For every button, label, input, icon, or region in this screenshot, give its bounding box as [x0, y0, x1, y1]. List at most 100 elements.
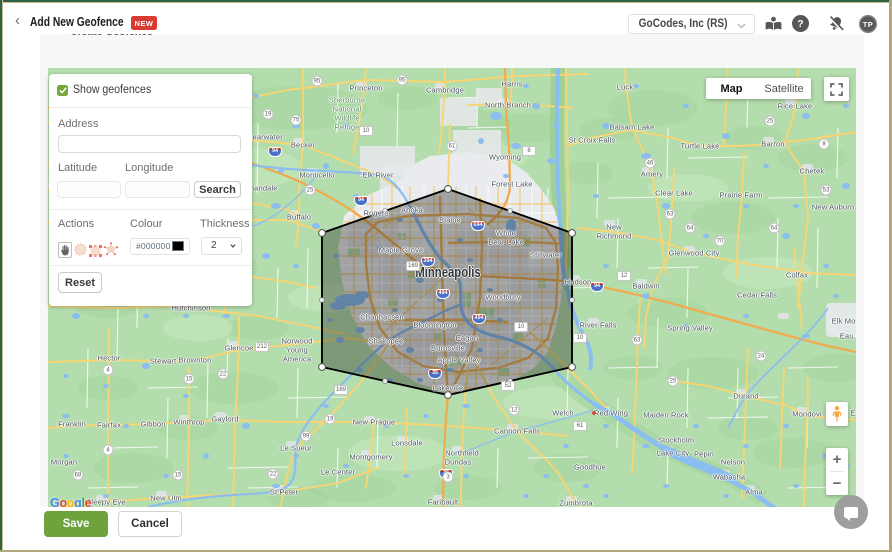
- zoom-out-button[interactable]: −: [826, 472, 848, 495]
- show-geofences-checkbox[interactable]: [57, 85, 68, 96]
- latitude-input[interactable]: [57, 181, 121, 198]
- company-selector[interactable]: GoCodes, Inc (RS): [628, 14, 755, 34]
- draw-circle-tool[interactable]: [74, 243, 87, 261]
- chevron-down-icon: [230, 244, 236, 248]
- map-label: Baldwin: [632, 282, 659, 291]
- map-label: White: [496, 229, 516, 238]
- frame-border: [2, 0, 3, 552]
- thickness-select[interactable]: 2: [201, 237, 242, 255]
- map-label: Glencoe: [225, 344, 254, 353]
- road-shield: 19: [325, 414, 336, 425]
- map-label: Norwood: [281, 337, 312, 346]
- map-label: Cedar Falls: [737, 291, 777, 300]
- map-label: Clear Lake: [655, 189, 693, 198]
- map-label: America: [283, 355, 312, 364]
- company-name: GoCodes, Inc (RS): [629, 18, 728, 30]
- chat-bubble-icon: [844, 507, 858, 518]
- draw-rectangle-tool[interactable]: [89, 244, 102, 262]
- map-label: Zumbrota: [559, 499, 592, 508]
- map-label: Woodbury: [485, 293, 520, 302]
- address-input[interactable]: [58, 135, 241, 153]
- road-shield: 10: [359, 126, 373, 136]
- cancel-button[interactable]: Cancel: [118, 511, 182, 537]
- map-label: New Ulm: [150, 494, 181, 503]
- road-shield: 494: [436, 289, 450, 299]
- map-label: Young: [286, 346, 308, 355]
- map-label: Eau Claire: [840, 332, 856, 341]
- map-label: Northfield: [445, 449, 479, 458]
- help-icon[interactable]: ?: [792, 15, 809, 32]
- actions-label: Actions: [58, 218, 94, 230]
- map-label: Blaine: [439, 216, 461, 225]
- satellite-button[interactable]: Satellite: [757, 78, 811, 99]
- map-label: Maple Grove: [379, 246, 424, 255]
- thickness-label: Thickness: [200, 218, 250, 230]
- page-title: Add New Geofence: [30, 14, 124, 29]
- draw-polygon-tool[interactable]: [104, 242, 118, 261]
- road-shield: 63: [665, 209, 676, 220]
- avatar[interactable]: TP: [859, 15, 877, 33]
- map-label: Stewart: [150, 357, 176, 366]
- road-shield: 8: [819, 139, 830, 150]
- pegman-button[interactable]: [826, 402, 848, 426]
- map-label: Morgan: [51, 458, 77, 467]
- search-button[interactable]: Search: [194, 181, 241, 198]
- road-shield: 694: [471, 221, 485, 231]
- zoom-control: + −: [826, 448, 848, 495]
- map-label: Welch: [552, 409, 573, 418]
- map-label: Buffalo: [287, 213, 311, 222]
- road-shield: 494: [472, 314, 486, 324]
- star-shape-icon: [104, 242, 118, 256]
- longitude-input[interactable]: [125, 181, 190, 198]
- pegman-icon: [832, 404, 842, 424]
- latitude-label: Latitude: [58, 162, 97, 174]
- map-label: Faribault: [428, 498, 459, 507]
- map-label: Fairfax: [97, 421, 121, 430]
- pan-tool-button[interactable]: [58, 242, 72, 258]
- map-label: Wildlife: [334, 114, 359, 123]
- map-label: Winthrop: [173, 418, 204, 427]
- road-shield: 61: [447, 141, 458, 152]
- back-chevron-icon[interactable]: ‹: [15, 13, 20, 28]
- save-button[interactable]: Save: [44, 511, 108, 537]
- road-shield: 25: [765, 116, 776, 127]
- training-icon[interactable]: [762, 13, 784, 35]
- map-label: Cambridge: [426, 86, 464, 95]
- map-label: Chanhassen: [360, 313, 404, 322]
- road-shield: 94: [354, 196, 368, 206]
- map-label: Princeton: [349, 84, 382, 93]
- map-label: Durand: [733, 392, 759, 401]
- map-label: Turtle Lake: [681, 142, 720, 151]
- road-shield: 46: [645, 158, 656, 169]
- map-label: Gibbon: [140, 420, 165, 429]
- map-button[interactable]: Map: [706, 78, 757, 99]
- map-label: Eagan: [456, 334, 478, 343]
- new-badge: NEW: [131, 16, 157, 30]
- road-shield: 64: [769, 223, 780, 234]
- map-label: Montgomery: [349, 453, 392, 462]
- map-label: Wyoming: [489, 153, 521, 162]
- colour-input[interactable]: #000000: [130, 238, 190, 255]
- fullscreen-button[interactable]: [824, 77, 849, 101]
- notifications-muted-icon[interactable]: [825, 13, 847, 35]
- map-label: Bear Lake: [488, 238, 524, 247]
- circle-shape-icon: [74, 243, 87, 256]
- chat-widget-button[interactable]: [834, 495, 868, 529]
- map-label: Forest Lake: [491, 180, 532, 189]
- map-label: Monticello: [299, 171, 334, 180]
- map-label: River Falls: [579, 321, 616, 330]
- zoom-in-button[interactable]: +: [826, 448, 848, 471]
- show-geofences-label: Show geofences: [73, 84, 151, 96]
- road-shield: 64: [685, 223, 696, 234]
- reset-button[interactable]: Reset: [58, 272, 102, 293]
- road-shield: 24: [756, 351, 767, 362]
- map-label: North Branch: [485, 101, 531, 110]
- map-label: Maiden Rock: [643, 411, 688, 420]
- checkmark-icon: [59, 87, 67, 94]
- road-shield: 169: [334, 385, 348, 395]
- road-shield: 394: [421, 257, 435, 267]
- map-label: Alma: [745, 488, 763, 497]
- road-shield: 15: [173, 470, 184, 481]
- map-type-control: Map Satellite: [706, 78, 811, 99]
- map-label: Balsam Lake: [609, 123, 654, 132]
